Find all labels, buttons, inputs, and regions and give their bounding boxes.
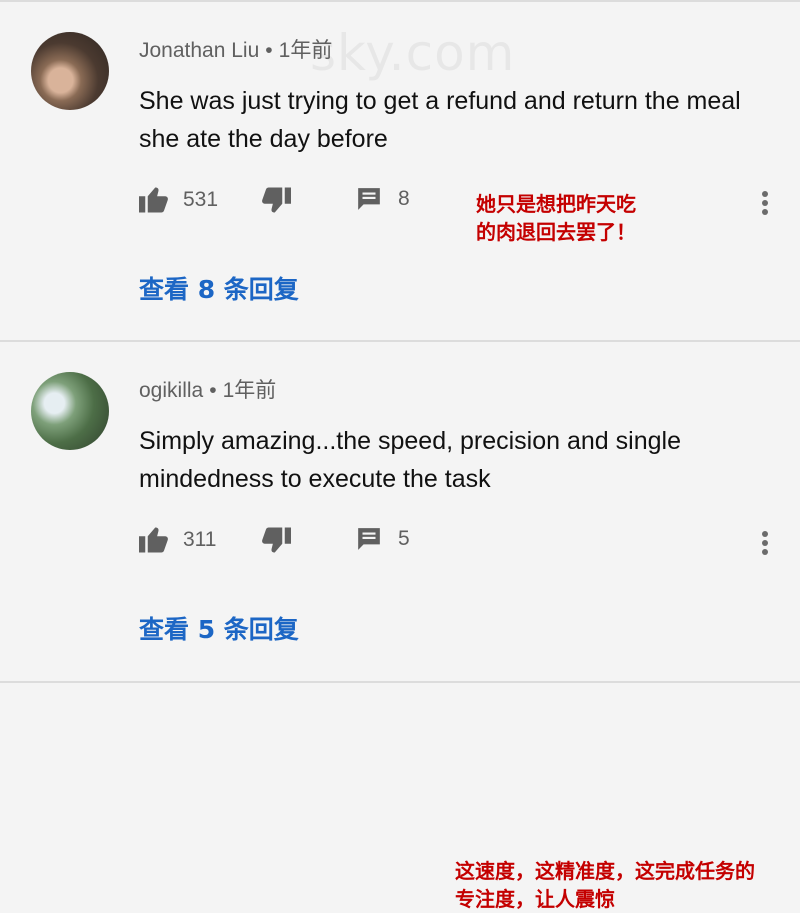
timestamp: 1年前 — [222, 379, 277, 402]
more-vertical-icon — [756, 531, 774, 555]
dislike-button[interactable] — [261, 526, 291, 554]
view-replies-link[interactable]: 查看 5 条回复 — [139, 610, 299, 646]
reply-button[interactable]: 8 — [356, 186, 410, 212]
reply-button[interactable]: 5 — [356, 526, 410, 552]
thumb-up-icon — [139, 187, 168, 213]
more-options-button[interactable] — [756, 189, 774, 219]
annotation-text: 她只是想把昨天吃 的肉退回去罢了！ — [476, 190, 636, 246]
author-name[interactable]: Jonathan Liu — [139, 39, 259, 62]
comment-text: She was just trying to get a refund and … — [139, 87, 741, 153]
comment-divider — [0, 681, 800, 683]
comment-actions: 311 5 — [139, 526, 439, 560]
like-button[interactable]: 531 — [139, 186, 218, 214]
annotation-line: 的肉退回去罢了！ — [476, 220, 636, 244]
comment-actions: 531 8 — [139, 186, 439, 220]
comment-meta: ogikilla • 1年前 — [139, 374, 276, 404]
comment-text: Simply amazing...the speed, precision an… — [139, 427, 681, 493]
view-replies-link[interactable]: 查看 8 条回复 — [139, 270, 299, 306]
like-count: 531 — [183, 188, 219, 211]
more-options-button[interactable] — [756, 529, 774, 559]
comment-icon — [358, 188, 380, 210]
reply-count: 5 — [398, 527, 410, 550]
comment-meta: Jonathan Liu • 1年前 — [139, 34, 332, 64]
annotation-line: 她只是想把昨天吃 — [476, 192, 636, 216]
thumb-up-icon — [139, 527, 168, 553]
comment-item: ogikilla • 1年前 Simply amazing...the speed,… — [0, 342, 800, 911]
author-name[interactable]: ogikilla — [139, 379, 203, 402]
comment-icon — [358, 528, 380, 550]
thumb-down-icon — [262, 187, 291, 213]
comment-item: Jonathan Liu • 1年前 She was just trying to … — [0, 2, 800, 340]
thumb-down-icon — [262, 527, 291, 553]
more-vertical-icon — [756, 191, 774, 215]
dislike-button[interactable] — [261, 186, 291, 214]
annotation-text: 这速度，这精准度，这完成任务的专注度，让人震惊 — [455, 859, 755, 911]
avatar[interactable] — [31, 372, 109, 450]
meta-separator: • — [265, 39, 273, 62]
like-count: 311 — [183, 528, 217, 551]
reply-count: 8 — [398, 187, 410, 210]
like-button[interactable]: 311 — [139, 526, 216, 554]
timestamp: 1年前 — [278, 39, 333, 62]
meta-separator: • — [209, 379, 217, 402]
avatar[interactable] — [31, 32, 109, 110]
